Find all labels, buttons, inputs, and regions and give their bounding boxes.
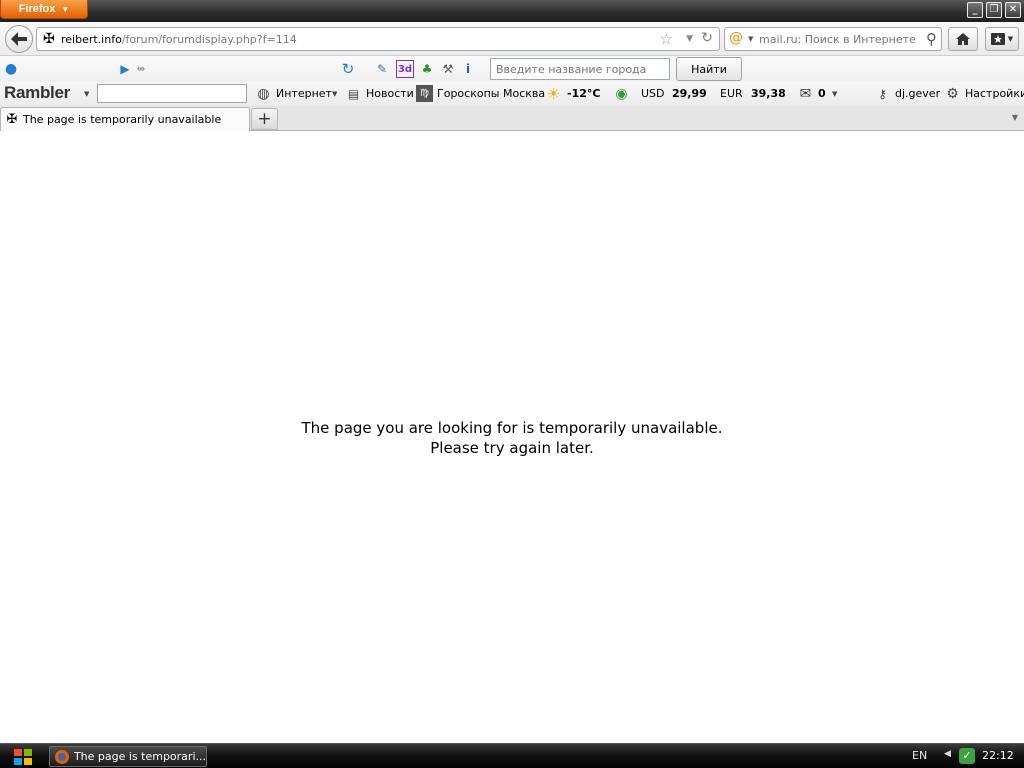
bookmark-star-icon[interactable]: ☆	[660, 30, 673, 48]
back-button[interactable]	[5, 25, 33, 53]
chevron-down-icon: ▼	[1007, 35, 1014, 43]
navigation-toolbar: ✠ reibert.info/forum/forumdisplay.php?f=…	[0, 22, 1024, 56]
gear-icon: ⚙	[946, 85, 959, 102]
taskbar-item-label: The page is temporari...	[73, 750, 206, 763]
list-all-tabs-icon[interactable]: ▼	[1012, 113, 1018, 122]
currency-icon: ◉	[615, 85, 628, 102]
page-content: The page you are looking for is temporar…	[0, 131, 1024, 743]
horoscopes-link[interactable]: Гороскопы	[437, 87, 499, 100]
windows-logo-icon	[14, 748, 32, 765]
usd-value[interactable]: 29,99	[672, 87, 707, 100]
usd-label: USD	[641, 87, 665, 100]
rambler-toolbar: Rambler ▼ ◍ Интернет ▼ ▤ Новости ♍ Горос…	[0, 82, 1024, 106]
url-domain: reibert.info	[61, 32, 122, 46]
tab-label: The page is temporarily unavailable	[23, 113, 222, 126]
clock[interactable]: 22:12	[982, 749, 1014, 762]
start-button[interactable]	[6, 746, 40, 767]
horoscope-icon: ♍	[416, 85, 433, 102]
taskbar: The page is temporari... EN ◀ ✓ 22:12	[0, 743, 1024, 768]
addon-toolbar: ● ▶ ⇹ ↻ ✎ 3d ♣ ⚒ i Найти	[0, 56, 1024, 82]
rambler-search-input[interactable]	[97, 84, 247, 103]
username-link[interactable]: dj.gever	[895, 87, 940, 100]
new-tab-button[interactable]: +	[251, 108, 278, 130]
find-button[interactable]: Найти	[676, 57, 742, 81]
tab-favicon-icon: ✠	[6, 112, 18, 127]
tray-expand-icon[interactable]: ◀	[944, 749, 951, 759]
back-arrow-icon	[11, 32, 27, 46]
bookmarks-icon	[990, 33, 1005, 45]
mailru-search-engine-icon[interactable]: @	[729, 30, 743, 46]
taskbar-item-firefox[interactable]: The page is temporari...	[49, 746, 207, 767]
url-bar[interactable]: ✠ reibert.info/forum/forumdisplay.php?f=…	[36, 27, 720, 51]
url-text[interactable]: reibert.info/forum/forumdisplay.php?f=11…	[61, 33, 297, 46]
unavailable-message: The page you are looking for is temporar…	[0, 418, 1024, 458]
eur-value[interactable]: 39,38	[751, 87, 786, 100]
minimize-button[interactable]: _	[967, 2, 983, 18]
search-engine-dropdown-icon[interactable]: ▼	[748, 35, 753, 43]
refresh-icon[interactable]: ↻	[339, 60, 357, 78]
home-button[interactable]	[948, 27, 978, 51]
key-icon: ⚷	[878, 86, 887, 101]
tray-security-icon[interactable]: ✓	[959, 748, 975, 764]
palm-tree-icon[interactable]: ♣	[418, 60, 436, 78]
firefox-menu-button[interactable]: Firefox ▼	[0, 0, 88, 19]
message-line-2: Please try again later.	[430, 439, 594, 457]
tab-active[interactable]: ✠ The page is temporarily unavailable	[0, 107, 250, 131]
notepad-icon[interactable]: ✎	[373, 60, 391, 78]
rambler-logo[interactable]: Rambler	[4, 83, 70, 103]
settings-link[interactable]: Настройки	[965, 87, 1024, 100]
firefox-icon	[50, 749, 74, 765]
droplet-icon[interactable]: ●	[2, 60, 20, 78]
news-link[interactable]: Новости	[366, 87, 414, 100]
site-identity-icon[interactable]: ✠	[37, 31, 61, 47]
mail-icon[interactable]: ✉	[797, 85, 814, 102]
tab-strip: ✠ The page is temporarily unavailable + …	[0, 106, 1024, 131]
news-icon: ▤	[347, 86, 360, 101]
temperature-value[interactable]: -12°C	[567, 87, 600, 100]
restore-button[interactable]: ❐	[986, 2, 1002, 18]
sun-icon: ☀	[546, 84, 561, 103]
globe-icon: ◍	[257, 85, 270, 102]
info-icon[interactable]: i	[459, 60, 477, 78]
city-link[interactable]: Москва	[503, 87, 545, 100]
message-line-1: The page you are looking for is temporar…	[301, 419, 723, 437]
reload-icon[interactable]: ↻	[701, 30, 713, 46]
bookmarks-menu-button[interactable]: ▼	[985, 27, 1019, 51]
chevron-down-icon[interactable]: ▼	[832, 90, 837, 98]
3d-icon[interactable]: 3d	[396, 60, 414, 78]
chevron-down-icon: ▼	[61, 4, 70, 14]
search-magnifier-icon[interactable]: ⚲	[926, 30, 937, 48]
search-input[interactable]	[759, 31, 919, 47]
search-bar[interactable]: @ ▼ ⚲	[724, 27, 942, 51]
city-input[interactable]	[490, 58, 670, 80]
chevron-down-icon[interactable]: ▼	[332, 90, 337, 98]
chevron-down-icon[interactable]: ▼	[84, 90, 89, 98]
home-icon	[956, 33, 970, 45]
url-history-dropdown-icon[interactable]: ▼	[686, 34, 693, 44]
eur-label: EUR	[720, 87, 743, 100]
close-window-button[interactable]: ✕	[1005, 2, 1021, 18]
language-indicator[interactable]: EN	[912, 749, 927, 762]
url-path: /forum/forumdisplay.php?f=114	[121, 32, 297, 46]
mail-count[interactable]: 0	[818, 87, 826, 100]
separator-handle-icon[interactable]: ⇹	[132, 60, 150, 78]
title-bar: Firefox ▼ _ ❐ ✕	[0, 0, 1024, 22]
internet-menu[interactable]: Интернет	[276, 87, 332, 100]
firefox-menu-label: Firefox	[18, 3, 56, 15]
tools-icon[interactable]: ⚒	[439, 60, 457, 78]
